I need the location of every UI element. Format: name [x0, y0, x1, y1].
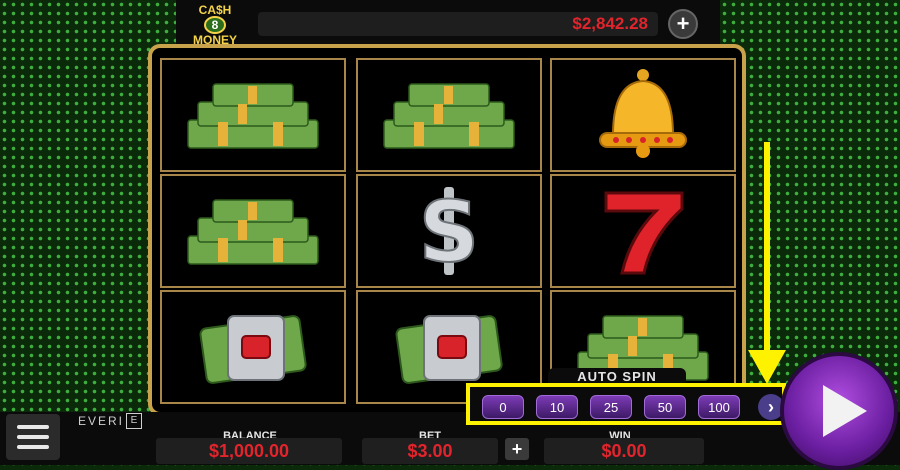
- hamburger-menu-button[interactable]: [6, 414, 60, 460]
- auto-spin-option-25[interactable]: 25: [590, 395, 632, 419]
- add-funds-button[interactable]: +: [668, 9, 698, 39]
- play-icon: [823, 385, 867, 437]
- auto-spin-option-100[interactable]: 100: [698, 395, 740, 419]
- money-clip-ruby-symbol: [160, 290, 346, 404]
- cash-stack-symbol: [356, 58, 542, 172]
- spin-button[interactable]: [780, 352, 898, 470]
- diamond-dollar-symbol: S: [356, 174, 542, 288]
- bet-value: $3.00: [362, 438, 498, 464]
- svg-text:S: S: [419, 183, 480, 281]
- logo-line1: CA$H: [198, 3, 232, 17]
- highlight-arrow-shaft: [764, 142, 770, 366]
- brand-mark-icon: E: [126, 413, 143, 429]
- auto-spin-option-10[interactable]: 10: [536, 395, 578, 419]
- brand-text: EVERI: [78, 414, 125, 428]
- golden-bell-symbol: [550, 58, 736, 172]
- auto-spin-option-50[interactable]: 50: [644, 395, 686, 419]
- highlight-arrow-head: [748, 350, 786, 384]
- menu-line-icon: [17, 435, 49, 439]
- auto-spin-panel: 0 10 25 50 100 ›: [466, 383, 786, 425]
- reel-grid: S: [148, 44, 746, 416]
- top-balance-display: $2,842.28: [258, 12, 658, 36]
- auto-spin-option-0[interactable]: 0: [482, 395, 524, 419]
- menu-line-icon: [17, 445, 49, 449]
- logo-number: 8: [204, 16, 226, 34]
- cash-stack-symbol: [160, 174, 346, 288]
- cash-8-money-logo: CA$H 8 MONEY: [184, 4, 246, 46]
- balance-value: $1,000.00: [156, 438, 342, 464]
- menu-line-icon: [17, 425, 49, 429]
- win-value: $0.00: [544, 438, 704, 464]
- everi-brand: EVERI E: [78, 413, 143, 429]
- increase-bet-button[interactable]: +: [505, 438, 529, 460]
- top-bar: CA$H 8 MONEY $2,842.28 +: [176, 0, 720, 50]
- red-seven-symbol: [550, 174, 736, 288]
- cash-stack-symbol: [160, 58, 346, 172]
